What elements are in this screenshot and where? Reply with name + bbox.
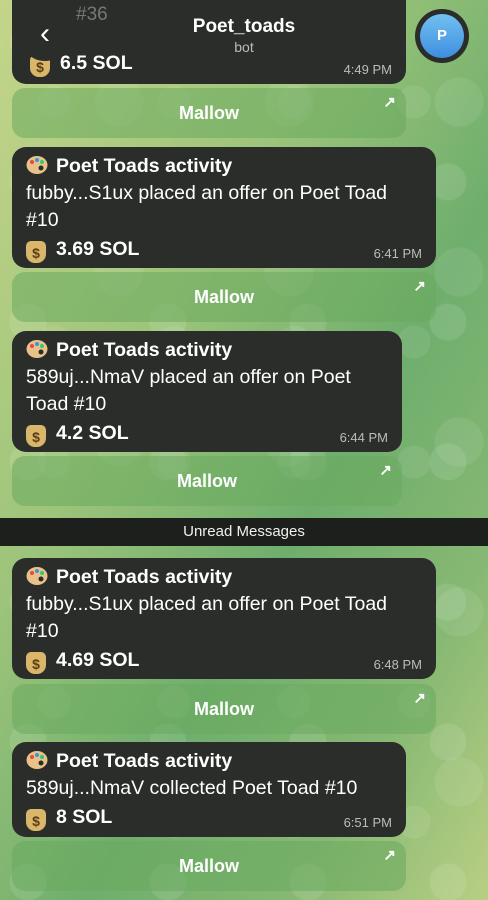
mallow-button-label: Mallow xyxy=(193,699,254,719)
message-text: 589uj...NmaV placed an offer on Poet Toa… xyxy=(26,366,351,415)
mallow-button-label: Mallow xyxy=(178,856,239,876)
money-bag-icon: $ xyxy=(26,241,46,263)
external-link-arrow-icon: ↗ xyxy=(379,462,392,479)
avatar: P xyxy=(420,14,464,58)
message-time: 6:44 PM xyxy=(339,430,388,445)
external-link-arrow-icon: ↗ xyxy=(413,690,426,707)
mallow-button-label: Mallow xyxy=(193,287,254,307)
palette-icon xyxy=(26,340,48,358)
mallow-button-label: Mallow xyxy=(178,103,239,123)
chat-header: ‹ Poet_toads bot P xyxy=(0,0,488,70)
message-amount: $4.69 SOL xyxy=(26,645,422,675)
message-title: Poet Toads activity xyxy=(26,564,422,591)
message-bubble: Poet Toads activity 589uj...NmaV placed … xyxy=(12,331,402,452)
money-bag-icon: $ xyxy=(26,652,46,674)
message-amount: $3.69 SOL xyxy=(26,234,422,264)
message-time: 6:41 PM xyxy=(373,246,422,261)
mallow-button[interactable]: Mallow ↗ xyxy=(12,272,436,322)
money-bag-icon: $ xyxy=(26,425,46,447)
mallow-button[interactable]: Mallow ↗ xyxy=(12,841,406,891)
mallow-button[interactable]: Mallow ↗ xyxy=(12,684,436,734)
message-time: 6:48 PM xyxy=(373,657,422,672)
mallow-button[interactable]: Mallow ↗ xyxy=(12,88,406,138)
message-title: Poet Toads activity xyxy=(26,153,422,180)
mallow-button[interactable]: Mallow ↗ xyxy=(12,456,402,506)
palette-icon xyxy=(26,751,48,769)
message-bubble: Poet Toads activity fubby...S1ux placed … xyxy=(12,147,436,268)
money-bag-icon: $ xyxy=(26,809,46,831)
message-amount: $8 SOL xyxy=(26,802,392,832)
avatar-button[interactable]: P xyxy=(415,9,469,63)
external-link-arrow-icon: ↗ xyxy=(413,278,426,295)
message-bubble: Poet Toads activity 589uj...NmaV collect… xyxy=(12,742,406,837)
palette-icon xyxy=(26,567,48,585)
chat-subtitle: bot xyxy=(234,39,254,55)
message-title: Poet Toads activity xyxy=(26,337,388,364)
message-text: 589uj...NmaV collected Poet Toad #10 xyxy=(26,777,358,799)
chat-title-pill[interactable]: Poet_toads bot xyxy=(136,9,352,61)
chat-title: Poet_toads xyxy=(192,16,296,37)
message-bubble: Poet Toads activity fubby...S1ux placed … xyxy=(12,558,436,679)
palette-icon xyxy=(26,156,48,174)
message-amount: $4.2 SOL xyxy=(26,418,388,448)
external-link-arrow-icon: ↗ xyxy=(383,94,396,111)
back-button[interactable]: ‹ xyxy=(20,11,70,61)
message-text: fubby...S1ux placed an offer on Poet Toa… xyxy=(26,593,388,642)
message-title: Poet Toads activity xyxy=(26,748,392,775)
message-text: fubby...S1ux placed an offer on Poet Toa… xyxy=(26,182,388,231)
chevron-left-icon: ‹ xyxy=(40,17,50,50)
unread-messages-divider: Unread Messages xyxy=(0,518,488,546)
mallow-button-label: Mallow xyxy=(176,471,237,491)
message-time: 6:51 PM xyxy=(343,815,392,830)
external-link-arrow-icon: ↗ xyxy=(383,847,396,864)
